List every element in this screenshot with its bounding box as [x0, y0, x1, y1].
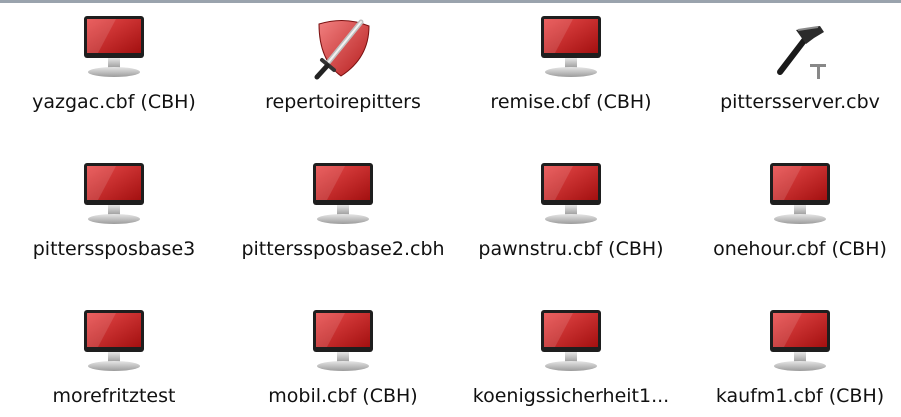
file-name-label: kaufm1.cbf (CBH) [715, 385, 885, 407]
file-name-label: pitterssposbase2.cbh [241, 238, 445, 260]
file-name-label: pitterssposbase3 [32, 238, 196, 260]
file-name-label: mobil.cbf (CBH) [268, 385, 418, 407]
hammer-icon [777, 26, 826, 79]
monitor-icon [541, 310, 601, 371]
file-icon-grid: yazgac.cbf (CBH) repertoirepitters remis… [0, 0, 901, 417]
file-item[interactable]: repertoirepitters [236, 0, 450, 115]
file-item[interactable]: pitterssposbase2.cbh [236, 147, 450, 262]
monitor-icon [541, 16, 601, 77]
file-item[interactable]: pittersserver.cbv [693, 0, 901, 115]
file-name-label: yazgac.cbf (CBH) [32, 91, 196, 113]
file-name-label: onehour.cbf (CBH) [713, 238, 887, 260]
monitor-icon [313, 163, 373, 224]
file-item[interactable]: pawnstru.cbf (CBH) [464, 147, 678, 262]
monitor-icon [84, 310, 144, 371]
monitor-icon [770, 163, 830, 224]
file-name-label: koenigssicherheit1... [472, 385, 670, 407]
monitor-icon [84, 16, 144, 77]
monitor-icon [84, 163, 144, 224]
shield-sword-icon [314, 19, 370, 80]
file-item[interactable]: remise.cbf (CBH) [464, 0, 678, 115]
file-item[interactable]: mobil.cbf (CBH) [236, 294, 450, 409]
file-item[interactable]: koenigssicherheit1... [464, 294, 678, 409]
file-name-label: remise.cbf (CBH) [490, 91, 652, 113]
file-item[interactable]: pitterssposbase3 [7, 147, 221, 262]
file-item[interactable]: onehour.cbf (CBH) [693, 147, 901, 262]
file-name-label: pittersserver.cbv [720, 91, 880, 113]
monitor-icon [770, 310, 830, 371]
file-item[interactable]: morefritztest [7, 294, 221, 409]
file-name-label: morefritztest [52, 385, 176, 407]
file-name-label: pawnstru.cbf (CBH) [478, 238, 664, 260]
monitor-icon [313, 310, 373, 371]
file-item[interactable]: yazgac.cbf (CBH) [7, 0, 221, 115]
file-item[interactable]: kaufm1.cbf (CBH) [693, 294, 901, 409]
file-name-label: repertoirepitters [265, 91, 421, 113]
monitor-icon [541, 163, 601, 224]
